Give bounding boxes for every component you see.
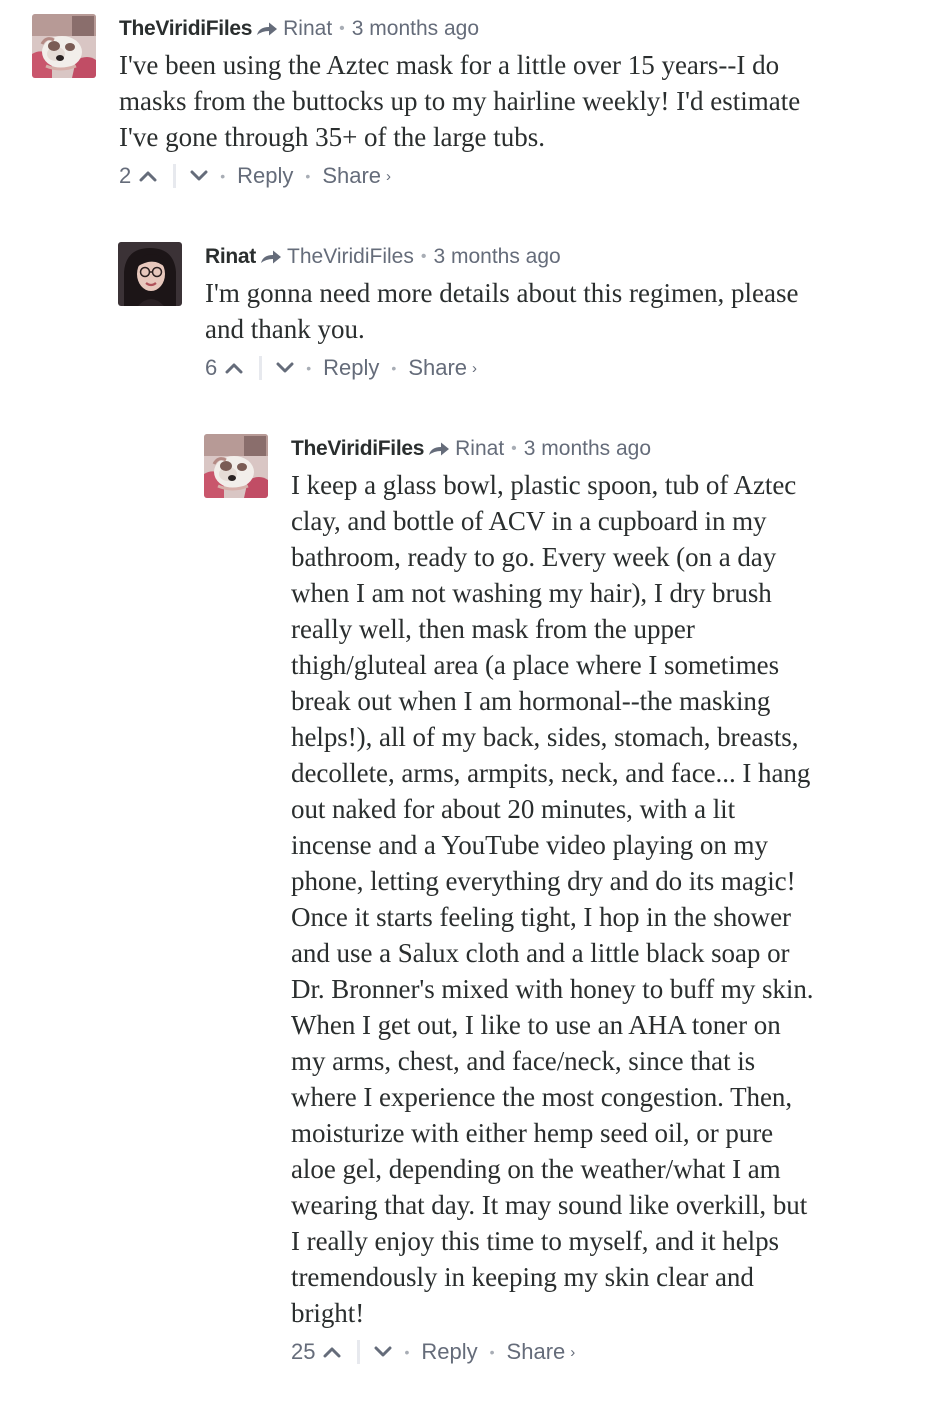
downvote-icon[interactable] [190, 170, 208, 182]
chevron-right-icon: › [570, 1343, 576, 1361]
vote-controls: 6 [205, 355, 294, 381]
comment-footer: 6 • Reply • Share › [205, 350, 918, 386]
reply-button[interactable]: Reply [323, 355, 379, 381]
bullet-separator: • [220, 168, 226, 184]
author-name[interactable]: TheViridiFiles [119, 17, 252, 41]
vote-divider [173, 164, 177, 188]
upvote-icon[interactable] [323, 1346, 341, 1358]
comment-footer: 2 • Reply • Share › [119, 158, 912, 194]
bullet-separator: • [339, 20, 345, 37]
bullet-separator: • [305, 168, 311, 184]
downvote-icon[interactable] [374, 1346, 392, 1358]
timestamp[interactable]: 3 months ago [433, 245, 560, 269]
share-label: Share [408, 355, 468, 380]
downvote-icon[interactable] [276, 362, 294, 374]
avatar[interactable] [32, 14, 96, 78]
comment-text: I've been using the Aztec mask for a lit… [119, 50, 801, 152]
avatar[interactable] [204, 434, 268, 498]
woman-avatar-icon [118, 242, 182, 306]
chevron-right-icon: › [386, 167, 392, 185]
comment-text: I'm gonna need more details about this r… [205, 278, 799, 344]
reply-arrow-icon [256, 21, 278, 37]
vote-divider [357, 1340, 361, 1364]
share-label: Share [322, 163, 382, 188]
reply-arrow-icon [260, 249, 282, 265]
bulldog-avatar-icon [204, 434, 268, 498]
author-name[interactable]: Rinat [205, 245, 256, 269]
upvote-icon[interactable] [139, 170, 157, 182]
vote-count: 25 [291, 1339, 316, 1364]
reply-button[interactable]: Reply [421, 1339, 477, 1365]
share-button[interactable]: Share › [507, 1339, 576, 1365]
upvote-icon[interactable] [225, 362, 243, 374]
reply-button[interactable]: Reply [237, 163, 293, 189]
comment: TheViridiFiles Rinat • 3 months ago I've… [32, 12, 912, 194]
bullet-separator: • [391, 360, 397, 376]
comment-text: I keep a glass bowl, plastic spoon, tub … [291, 470, 814, 1328]
comment-header: TheViridiFiles Rinat • 3 months ago [119, 12, 912, 46]
bullet-separator: • [404, 1344, 410, 1360]
vote-count: 2 [119, 163, 132, 188]
comment: TheViridiFiles Rinat • 3 months ago I ke… [204, 432, 920, 1370]
parent-author[interactable]: TheViridiFiles [287, 245, 414, 269]
vote-count: 6 [205, 355, 218, 380]
vote-controls: 2 [119, 163, 208, 189]
reply-arrow-icon [428, 441, 450, 457]
comment: Rinat TheViridiFiles • 3 months ago I'm … [118, 240, 918, 386]
bullet-separator: • [511, 440, 517, 457]
bulldog-avatar-icon [32, 14, 96, 78]
bullet-separator: • [420, 248, 427, 265]
comment-header: TheViridiFiles Rinat • 3 months ago [291, 432, 920, 466]
share-label: Share [506, 1339, 566, 1364]
bullet-separator: • [306, 360, 312, 376]
share-button[interactable]: Share › [408, 355, 477, 381]
comment-header: Rinat TheViridiFiles • 3 months ago [205, 240, 918, 274]
author-name[interactable]: TheViridiFiles [291, 437, 424, 461]
timestamp[interactable]: 3 months ago [352, 17, 479, 41]
share-button[interactable]: Share › [322, 163, 391, 189]
parent-author[interactable]: Rinat [455, 437, 504, 461]
timestamp[interactable]: 3 months ago [524, 437, 651, 461]
parent-author[interactable]: Rinat [283, 17, 332, 41]
comment-footer: 25 • Reply • Share › [291, 1334, 920, 1370]
chevron-right-icon: › [472, 359, 478, 377]
vote-divider [259, 356, 263, 380]
avatar[interactable] [118, 242, 182, 306]
bullet-separator: • [489, 1344, 495, 1360]
vote-controls: 25 [291, 1339, 392, 1365]
